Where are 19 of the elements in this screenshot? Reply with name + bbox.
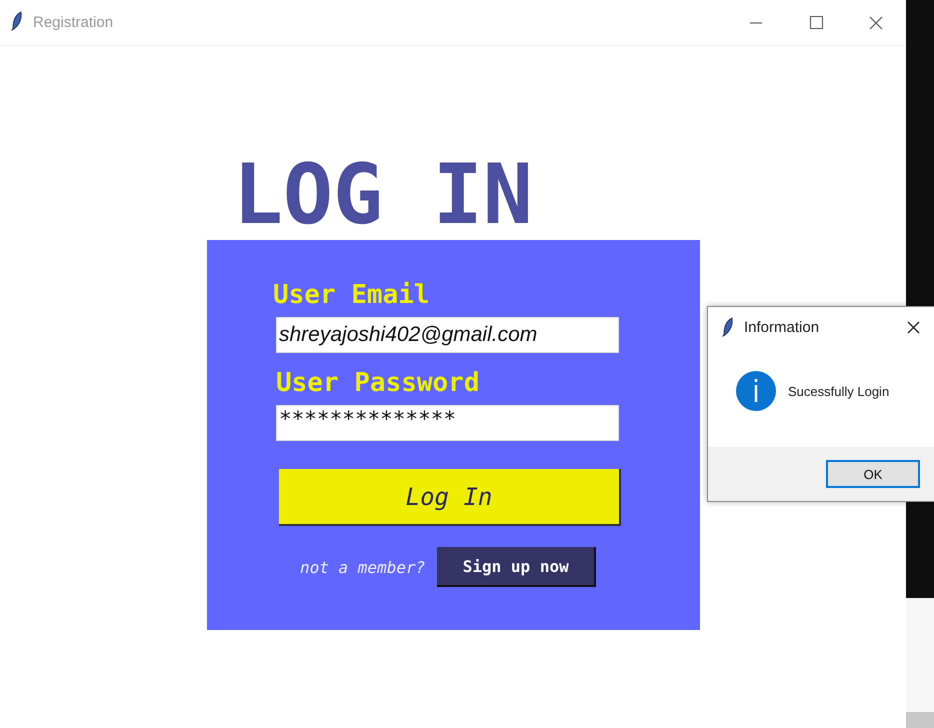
feather-icon [722,317,734,337]
dialog-message: Sucessfully Login [788,384,890,398]
dialog-title: Information [744,318,820,336]
login-heading: LOG IN [233,152,533,238]
email-label: User Email [273,280,430,310]
feather-icon [11,10,23,30]
close-icon[interactable] [907,320,920,334]
signup-button[interactable]: Sign up now [437,547,596,587]
password-label: User Password [276,368,480,398]
maximize-icon[interactable] [810,16,822,29]
signup-prompt: not a member? [300,558,426,576]
ok-button[interactable]: OK [826,460,920,488]
window-title: Registration [33,14,114,31]
email-field[interactable]: shreyajoshi402@gmail.com [276,317,619,353]
info-icon [736,371,776,411]
password-field[interactable]: ************** [276,405,619,441]
minimize-icon[interactable] [750,22,762,24]
login-button[interactable]: Log In [279,469,621,526]
close-icon[interactable] [869,16,883,30]
